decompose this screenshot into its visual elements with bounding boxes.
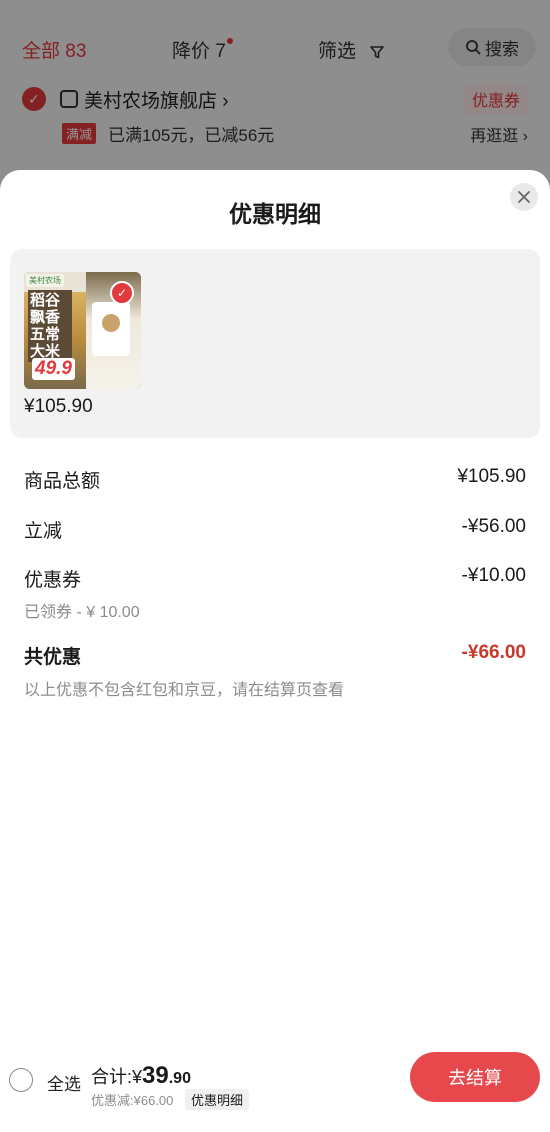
coupon-label: 优惠券 <box>24 570 82 591</box>
discount-detail-link[interactable]: 优惠明细 <box>185 1089 250 1110</box>
instant-discount-value: -¥56.00 <box>461 516 526 537</box>
checkout-bar: 全选 合计:¥39.90 优惠减:¥66.00 优惠明细 去结算 <box>0 1040 550 1112</box>
row-total-discount: 共优惠 -¥66.00 <box>24 642 526 669</box>
subtotal-label: 商品总额 <box>24 471 101 492</box>
total-discount-value: -¥66.00 <box>461 642 526 663</box>
package-text: 稻谷飘香五常大米 <box>28 290 72 362</box>
subtotal-value: ¥105.90 <box>457 466 526 487</box>
coupon-value: -¥10.00 <box>461 565 526 586</box>
coupon-sub-detail: 已领券 - ¥ 10.00 <box>24 604 140 621</box>
product-price: ¥105.90 <box>24 396 93 417</box>
row-subtotal: 商品总额 ¥105.90 <box>24 466 526 493</box>
total-integer: 39 <box>142 1062 169 1089</box>
row-instant-discount: 立减 -¥56.00 <box>24 516 526 543</box>
total-prefix: 合计:¥ <box>91 1067 143 1087</box>
selected-check-icon: ✓ <box>110 281 134 305</box>
product-card: 美村农场 稻谷飘香五常大米 49.9 ✓ ¥105.90 <box>10 249 540 438</box>
total-amount: 合计:¥39.90 <box>91 1062 191 1090</box>
product-thumbnail[interactable]: 美村农场 稻谷飘香五常大米 49.9 ✓ <box>24 272 141 389</box>
bag-illustration <box>102 314 120 332</box>
close-icon <box>518 191 530 203</box>
brand-logo: 美村农场 <box>26 274 64 287</box>
discount-summary: 优惠减:¥66.00 优惠明细 <box>91 1089 250 1110</box>
checkout-button[interactable]: 去结算 <box>410 1052 540 1102</box>
total-discount-label: 共优惠 <box>24 647 82 668</box>
select-all-label[interactable]: 全选 <box>47 1070 81 1095</box>
package-price: 49.9 <box>32 358 75 380</box>
total-decimal: .90 <box>168 1070 191 1087</box>
discount-amount: 优惠减:¥66.00 <box>91 1093 174 1108</box>
discount-detail-sheet: 优惠明细 美村农场 稻谷飘香五常大米 49.9 ✓ ¥105.90 商品总额 ¥… <box>0 170 550 1132</box>
instant-discount-label: 立减 <box>24 521 63 542</box>
rice-bag-image <box>92 302 130 356</box>
sheet-title: 优惠明细 <box>229 201 321 227</box>
row-coupon: 优惠券 -¥10.00 <box>24 565 526 592</box>
discount-note: 以上优惠不包含红包和京豆，请在结算页查看 <box>24 682 345 699</box>
close-button[interactable] <box>510 183 538 211</box>
select-all-radio[interactable] <box>9 1068 33 1092</box>
